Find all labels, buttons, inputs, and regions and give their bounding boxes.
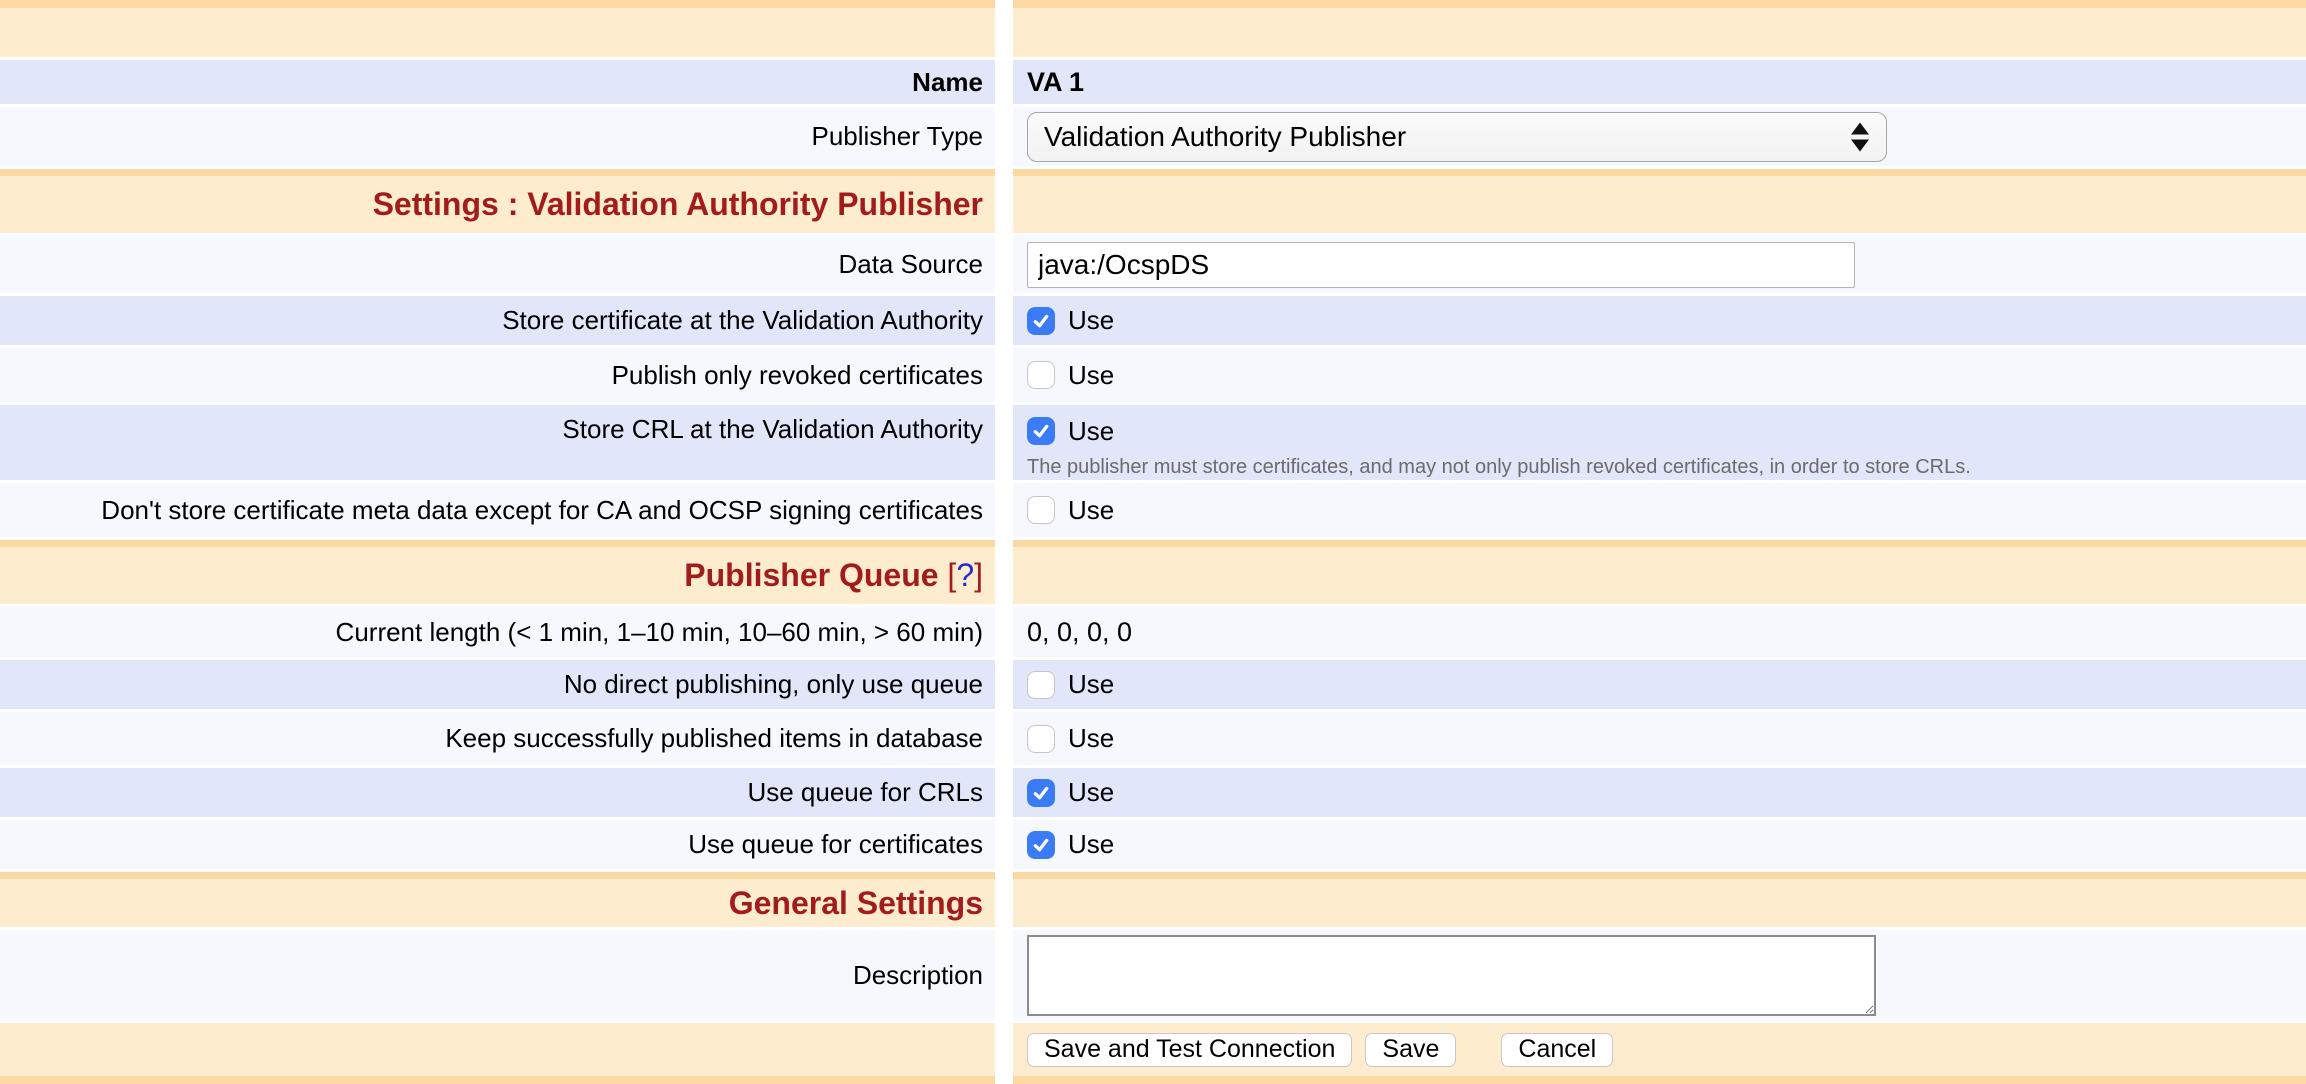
save-and-test-connection-button[interactable]: Save and Test Connection <box>1027 1033 1352 1067</box>
use-queue-certificates-checkbox[interactable] <box>1027 831 1055 859</box>
name-row: Name VA 1 <box>0 60 2306 104</box>
use-queue-crls-label: Use queue for CRLs <box>747 777 983 808</box>
no-direct-publishing-use-label[interactable]: Use <box>1068 669 1114 700</box>
keep-published-items-use-label[interactable]: Use <box>1068 723 1114 754</box>
dont-store-meta-label: Don't store certificate meta data except… <box>101 495 983 526</box>
publish-only-revoked-label: Publish only revoked certificates <box>612 360 983 391</box>
name-label: Name <box>912 67 983 98</box>
use-queue-certificates-use-label[interactable]: Use <box>1068 829 1114 860</box>
data-source-input[interactable] <box>1027 242 1855 288</box>
store-certificate-checkbox[interactable] <box>1027 307 1055 335</box>
checkmark-icon <box>1031 421 1051 441</box>
use-queue-crls-checkbox[interactable] <box>1027 779 1055 807</box>
general-settings-section-title: General Settings <box>729 885 983 922</box>
publish-only-revoked-row: Publish only revoked certificates Use <box>0 348 2306 402</box>
keep-published-items-checkbox[interactable] <box>1027 725 1055 753</box>
store-certificate-use-label[interactable]: Use <box>1068 305 1114 336</box>
description-textarea[interactable] <box>1027 935 1876 1016</box>
edit-publisher-page: Name VA 1 Publisher Type Validation Auth… <box>0 0 2306 1084</box>
settings-section-header: Settings : Validation Authority Publishe… <box>0 169 2306 233</box>
publisher-queue-section-title: Publisher Queue [?] <box>684 557 983 594</box>
store-crl-use-label[interactable]: Use <box>1068 416 1114 447</box>
dont-store-meta-checkbox[interactable] <box>1027 496 1055 524</box>
settings-section-title: Settings : Validation Authority Publishe… <box>373 186 983 223</box>
publish-only-revoked-use-label[interactable]: Use <box>1068 360 1114 391</box>
description-label: Description <box>853 960 983 991</box>
checkmark-icon <box>1031 311 1051 331</box>
checkmark-icon <box>1031 835 1051 855</box>
cancel-button[interactable]: Cancel <box>1501 1033 1613 1067</box>
publisher-queue-help-link[interactable]: ? <box>956 557 974 593</box>
publisher-queue-section-header: Publisher Queue [?] <box>0 540 2306 604</box>
buttons-row: Save and Test Connection Save Cancel <box>0 1023 2306 1076</box>
no-direct-publishing-row: No direct publishing, only use queue Use <box>0 660 2306 709</box>
publisher-type-row: Publisher Type Validation Authority Publ… <box>0 107 2306 166</box>
store-crl-note: The publisher must store certificates, a… <box>1027 455 1971 479</box>
data-source-label: Data Source <box>838 249 983 280</box>
use-queue-certificates-row: Use queue for certificates Use <box>0 820 2306 869</box>
general-settings-section-header: General Settings <box>0 872 2306 927</box>
use-queue-crls-row: Use queue for CRLs Use <box>0 768 2306 817</box>
top-section-band <box>0 0 2306 57</box>
bottom-section-band <box>0 1076 2306 1084</box>
name-value: VA 1 <box>1027 67 1084 98</box>
store-crl-checkbox[interactable] <box>1027 417 1055 445</box>
data-source-row: Data Source <box>0 236 2306 293</box>
use-queue-crls-use-label[interactable]: Use <box>1068 777 1114 808</box>
dont-store-meta-use-label[interactable]: Use <box>1068 495 1114 526</box>
dont-store-meta-row: Don't store certificate meta data except… <box>0 483 2306 537</box>
store-certificate-row: Store certificate at the Validation Auth… <box>0 296 2306 345</box>
no-direct-publishing-label: No direct publishing, only use queue <box>564 669 983 700</box>
checkmark-icon <box>1031 783 1051 803</box>
store-crl-label: Store CRL at the Validation Authority <box>562 405 983 453</box>
description-row: Description <box>0 930 2306 1020</box>
publisher-type-label: Publisher Type <box>811 121 983 152</box>
publish-only-revoked-checkbox[interactable] <box>1027 361 1055 389</box>
current-length-row: Current length (< 1 min, 1–10 min, 10–60… <box>0 607 2306 657</box>
use-queue-certificates-label: Use queue for certificates <box>688 829 983 860</box>
save-button[interactable]: Save <box>1365 1033 1456 1067</box>
publisher-type-select-wrap: Validation Authority Publisher <box>1027 112 1887 162</box>
store-crl-row: Store CRL at the Validation Authority Us… <box>0 405 2306 480</box>
no-direct-publishing-checkbox[interactable] <box>1027 671 1055 699</box>
store-certificate-label: Store certificate at the Validation Auth… <box>502 305 983 336</box>
keep-published-items-row: Keep successfully published items in dat… <box>0 712 2306 765</box>
current-length-value: 0, 0, 0, 0 <box>1027 617 1132 648</box>
keep-published-items-label: Keep successfully published items in dat… <box>445 723 983 754</box>
publisher-type-select[interactable]: Validation Authority Publisher <box>1027 112 1887 162</box>
current-length-label: Current length (< 1 min, 1–10 min, 10–60… <box>336 617 983 648</box>
